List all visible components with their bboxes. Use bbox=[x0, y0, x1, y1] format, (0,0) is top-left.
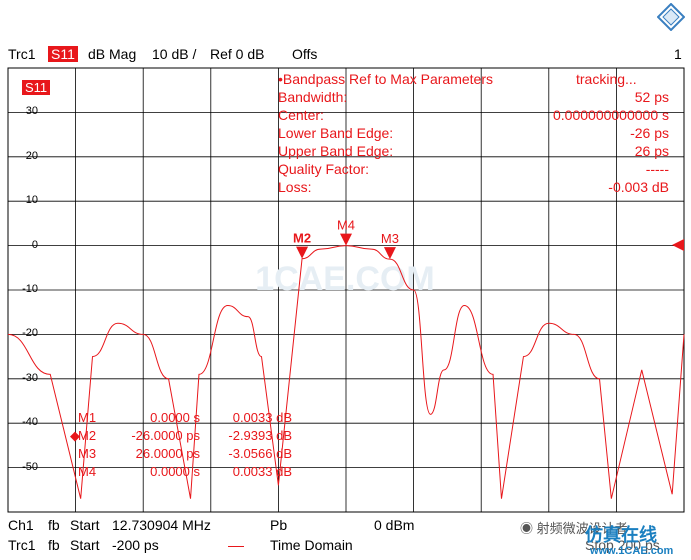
marker-x-value: 26.0000 ps bbox=[135, 446, 200, 461]
bandpass-param-value: 52 ps bbox=[634, 89, 669, 105]
marker-name[interactable]: M4 bbox=[78, 464, 96, 479]
ref-level-arrow bbox=[672, 239, 684, 251]
bandpass-param-value: -0.003 dB bbox=[608, 179, 669, 195]
footer-power[interactable]: 0 dBm bbox=[374, 517, 414, 533]
y-tick-label: -30 bbox=[22, 371, 38, 384]
marker-y-value: -2.9393 dB bbox=[228, 428, 292, 443]
marker-x-value: -26.0000 ps bbox=[131, 428, 200, 443]
marker-triangle bbox=[296, 246, 309, 259]
marker-triangle bbox=[340, 233, 352, 246]
footer-start-freq[interactable]: 12.730904 MHz bbox=[112, 517, 211, 533]
footer-domain[interactable]: Time Domain bbox=[270, 537, 353, 553]
y-tick-label: -50 bbox=[22, 460, 38, 473]
footer-start-label2: Start bbox=[70, 537, 100, 553]
marker-y-value: -3.0566 dB bbox=[228, 446, 292, 461]
watermark: 1CAE.COM bbox=[255, 260, 434, 298]
footer-trace[interactable]: Trc1 bbox=[8, 537, 35, 553]
footer-start-label: Start bbox=[70, 517, 100, 533]
y-tick-label: 20 bbox=[25, 149, 38, 162]
bandpass-mode: tracking... bbox=[576, 71, 637, 87]
trace-line-legend bbox=[228, 546, 244, 547]
wechat-icon: ◉ bbox=[520, 521, 534, 536]
marker-y-value: 0.0033 dB bbox=[232, 464, 292, 479]
footer-start-time[interactable]: -200 ps bbox=[112, 537, 159, 553]
y-tick-label: 10 bbox=[25, 194, 38, 207]
footer-fb: fb bbox=[48, 517, 60, 533]
bandpass-title: •Bandpass Ref to Max Parameters bbox=[278, 71, 493, 87]
bandpass-param-label: Bandwidth: bbox=[278, 89, 348, 105]
y-tick-label: 0 bbox=[31, 238, 38, 251]
marker-name[interactable]: M3 bbox=[78, 446, 96, 461]
y-tick-label: 30 bbox=[25, 105, 38, 118]
bandpass-param-value: -26 ps bbox=[630, 125, 669, 141]
bandpass-param-label: Loss: bbox=[278, 179, 312, 195]
y-tick-label: -20 bbox=[22, 327, 38, 340]
footer-channel[interactable]: Ch1 bbox=[8, 517, 34, 533]
footer-fb2: fb bbox=[48, 537, 60, 553]
marker-label: M2 bbox=[293, 231, 311, 246]
y-tick-label: -40 bbox=[22, 416, 38, 429]
bandpass-param-value: 26 ps bbox=[634, 143, 669, 159]
site-watermark-url: www.1CAE.com bbox=[590, 545, 674, 557]
footer-pb: Pb bbox=[270, 517, 288, 533]
bandpass-param-label: Upper Band Edge: bbox=[278, 143, 394, 159]
bandpass-param-label: Center: bbox=[278, 107, 324, 123]
marker-name[interactable]: M1 bbox=[78, 410, 96, 425]
y-tick-label: -10 bbox=[22, 283, 38, 295]
site-watermark-cn: 仿真在线 bbox=[585, 525, 657, 545]
bandpass-param-label: Lower Band Edge: bbox=[278, 125, 394, 141]
marker-y-value: 0.0033 dB bbox=[232, 410, 292, 425]
marker-name[interactable]: M2 bbox=[78, 428, 96, 443]
bandpass-param-value: ----- bbox=[645, 161, 669, 177]
marker-triangle bbox=[383, 247, 396, 260]
marker-x-value: 0.0000 s bbox=[150, 410, 200, 425]
trace-badge[interactable]: S11 bbox=[22, 80, 51, 95]
marker-label: M4 bbox=[337, 218, 355, 233]
marker-x-value: 0.0000 s bbox=[150, 464, 200, 479]
bandpass-param-label: Quality Factor: bbox=[278, 161, 370, 177]
marker-label: M3 bbox=[381, 231, 399, 246]
bandpass-param-value: 0.000000000000 s bbox=[553, 107, 669, 123]
watermark-text: 1CAE.COM bbox=[255, 260, 434, 298]
